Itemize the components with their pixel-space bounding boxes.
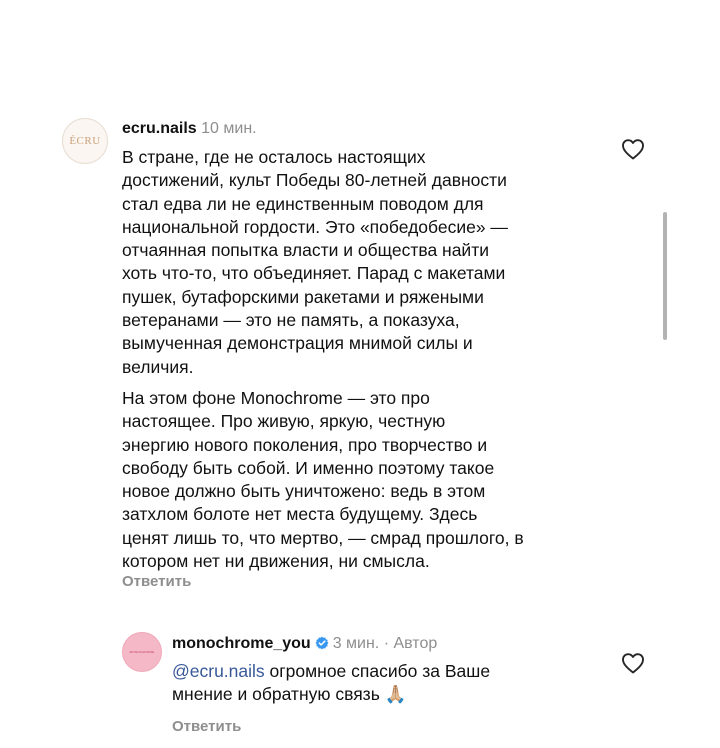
- comment-line: @ecru.nails огромное спасибо за Ваше: [172, 660, 490, 683]
- comment-header: ecru.nails 10 мин.: [122, 119, 257, 139]
- reply-button[interactable]: Ответить: [172, 718, 241, 735]
- heart-outline-icon[interactable]: [621, 652, 645, 674]
- comment-line: хоть что-то, что объединяет. Парад с мак…: [122, 263, 506, 284]
- comment-line: вымученная демонстрация мнимой силы и: [122, 333, 473, 354]
- comment-line: В стране, где не осталось настоящих: [122, 147, 426, 167]
- comment-line: пушек, бутафорскими ракетами и ряжеными: [122, 286, 484, 307]
- comment-line: стал едва ли не единственным поводом для: [122, 193, 484, 214]
- comment-header: monochrome_you 3 мин. · Автор: [172, 634, 437, 654]
- comment-body: @ecru.nails огромное спасибо за Ваше мне…: [172, 660, 490, 707]
- comment-line: котором нет ни движения, ни смысла.: [122, 551, 430, 572]
- comment-line: новое должно быть уничтожено: ведь в это…: [122, 481, 486, 502]
- scrollbar-thumb[interactable]: [663, 212, 667, 340]
- comment-time: 3 мин.: [332, 635, 380, 652]
- comment-line: ценят лишь то, что мертво, — смрад прошл…: [122, 527, 524, 548]
- comment-paragraph: На этом фоне Monochrome — это про настоя…: [122, 387, 524, 573]
- username-ecru-nails[interactable]: ecru.nails: [122, 120, 197, 137]
- username-monochrome-you[interactable]: monochrome_you: [172, 635, 311, 652]
- comment-line: достижений, культ Победы 80-летней давно…: [122, 170, 507, 191]
- comment-body: В стране, где не осталось настоящих дост…: [122, 146, 524, 573]
- comment-line: настоящее. Про живую, яркую, честную: [122, 411, 446, 432]
- comment-line: национальной гордости. Это «победобесие»…: [122, 216, 508, 237]
- comment-paragraph: В стране, где не осталось настоящих дост…: [122, 146, 524, 379]
- comment-line: величия.: [122, 356, 194, 377]
- avatar-monochrome-you[interactable]: MONOCHROME: [122, 632, 162, 672]
- comment-line: энергию нового поколения, про творчество…: [122, 434, 488, 455]
- heart-outline-icon[interactable]: [621, 138, 645, 160]
- reply-button[interactable]: Ответить: [122, 573, 191, 590]
- ecru-logo: ÉCRU: [69, 135, 101, 147]
- author-badge: · Автор: [383, 635, 438, 652]
- comment-line: мнение и обратную связь 🙏🏼: [172, 684, 407, 705]
- verified-badge-icon: [315, 636, 329, 650]
- comment-line: ветеранами — это не память, а показуха,: [122, 310, 460, 331]
- mention-link[interactable]: @ecru.nails: [172, 661, 265, 681]
- monochrome-logo: MONOCHROME: [129, 650, 155, 654]
- comment-line: свободу быть собой. И именно поэтому так…: [122, 457, 495, 478]
- comment-line: отчаянная попытка власти и общества найт…: [122, 240, 489, 261]
- comment-time: 10 мин.: [201, 120, 257, 137]
- avatar-ecru-nails[interactable]: ÉCRU: [62, 118, 108, 164]
- comment-text: огромное спасибо за Ваше: [269, 661, 491, 681]
- comment-line: На этом фоне Monochrome — это про: [122, 387, 430, 408]
- comment-line: затхлом болоте нет места будущему. Здесь: [122, 504, 478, 525]
